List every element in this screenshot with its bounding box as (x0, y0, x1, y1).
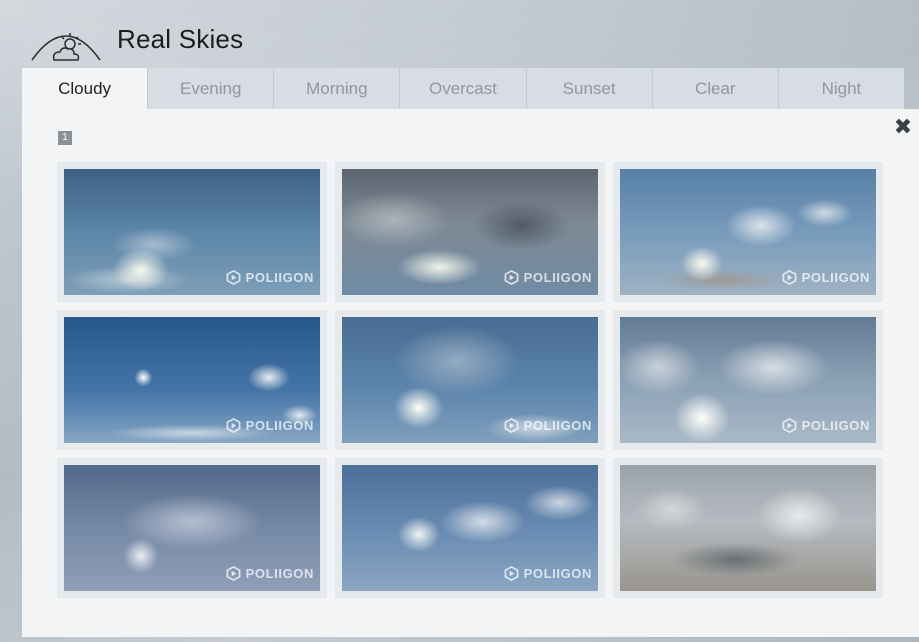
poliigon-watermark: POLIIGON (504, 270, 592, 285)
poliigon-logo-icon (226, 418, 241, 433)
watermark-text: POLIIGON (523, 566, 592, 581)
tab-overcast[interactable]: Overcast (400, 68, 527, 109)
sky-thumbnail[interactable]: POLIIGON (335, 162, 605, 302)
watermark-text: POLIIGON (245, 418, 314, 433)
sky-preview-image: POLIIGON (620, 317, 876, 443)
sky-thumbnail[interactable]: POLIIGON (613, 310, 883, 450)
watermark-text: POLIIGON (801, 270, 870, 285)
sky-preview-image: POLIIGON (620, 169, 876, 295)
sky-preview-image: POLIIGON (342, 169, 598, 295)
sky-thumbnail[interactable]: POLIIGON (613, 162, 883, 302)
close-icon[interactable]: ✖ (892, 117, 914, 139)
cloud-sun-icon (31, 33, 101, 61)
poliigon-logo-icon (504, 566, 519, 581)
sky-thumbnail[interactable]: POLIIGON (57, 310, 327, 450)
tab-morning[interactable]: Morning (274, 68, 401, 109)
poliigon-logo-icon (226, 270, 241, 285)
watermark-text: POLIIGON (245, 270, 314, 285)
tab-sunset[interactable]: Sunset (526, 68, 653, 109)
sky-thumbnail[interactable]: POLIIGON (57, 458, 327, 598)
poliigon-logo-icon (782, 270, 797, 285)
sky-thumbnail[interactable]: POLIIGON (335, 458, 605, 598)
poliigon-watermark: POLIIGON (226, 418, 314, 433)
sky-preview-image: POLIIGON (64, 317, 320, 443)
sky-preview-image: POLIIGON (64, 465, 320, 591)
watermark-text: POLIIGON (245, 566, 314, 581)
poliigon-logo-icon (504, 418, 519, 433)
page-number-badge[interactable]: 1 (58, 131, 72, 145)
tab-night[interactable]: Night (778, 68, 904, 109)
tab-cloudy[interactable]: Cloudy (22, 68, 149, 109)
sky-preview-image (620, 465, 876, 591)
poliigon-watermark: POLIIGON (226, 566, 314, 581)
watermark-text: POLIIGON (523, 418, 592, 433)
watermark-text: POLIIGON (523, 270, 592, 285)
poliigon-logo-icon (226, 566, 241, 581)
poliigon-watermark: POLIIGON (504, 418, 592, 433)
watermark-text: POLIIGON (801, 418, 870, 433)
sky-thumbnail-grid: POLIIGON POLIIGON POLIIGON POLIIGON POLI… (57, 162, 887, 598)
sky-preview-image: POLIIGON (342, 465, 598, 591)
sky-preview-image: POLIIGON (342, 317, 598, 443)
sky-thumbnail[interactable]: POLIIGON (57, 162, 327, 302)
poliigon-watermark: POLIIGON (782, 270, 870, 285)
sky-preview-image: POLIIGON (64, 169, 320, 295)
poliigon-watermark: POLIIGON (504, 566, 592, 581)
category-tabs: Cloudy Evening Morning Overcast Sunset C… (22, 68, 904, 109)
poliigon-logo-icon (504, 270, 519, 285)
sky-thumbnail[interactable] (613, 458, 883, 598)
poliigon-watermark: POLIIGON (226, 270, 314, 285)
app-header: Real Skies (0, 0, 919, 68)
thumbnail-panel: 1 ✖ POLIIGON POLIIGON POLIIGON POLIIGON … (22, 109, 919, 637)
poliigon-watermark: POLIIGON (782, 418, 870, 433)
tab-evening[interactable]: Evening (148, 68, 275, 109)
sky-thumbnail[interactable]: POLIIGON (335, 310, 605, 450)
app-title: Real Skies (117, 24, 244, 54)
poliigon-logo-icon (782, 418, 797, 433)
tab-clear[interactable]: Clear (652, 68, 779, 109)
